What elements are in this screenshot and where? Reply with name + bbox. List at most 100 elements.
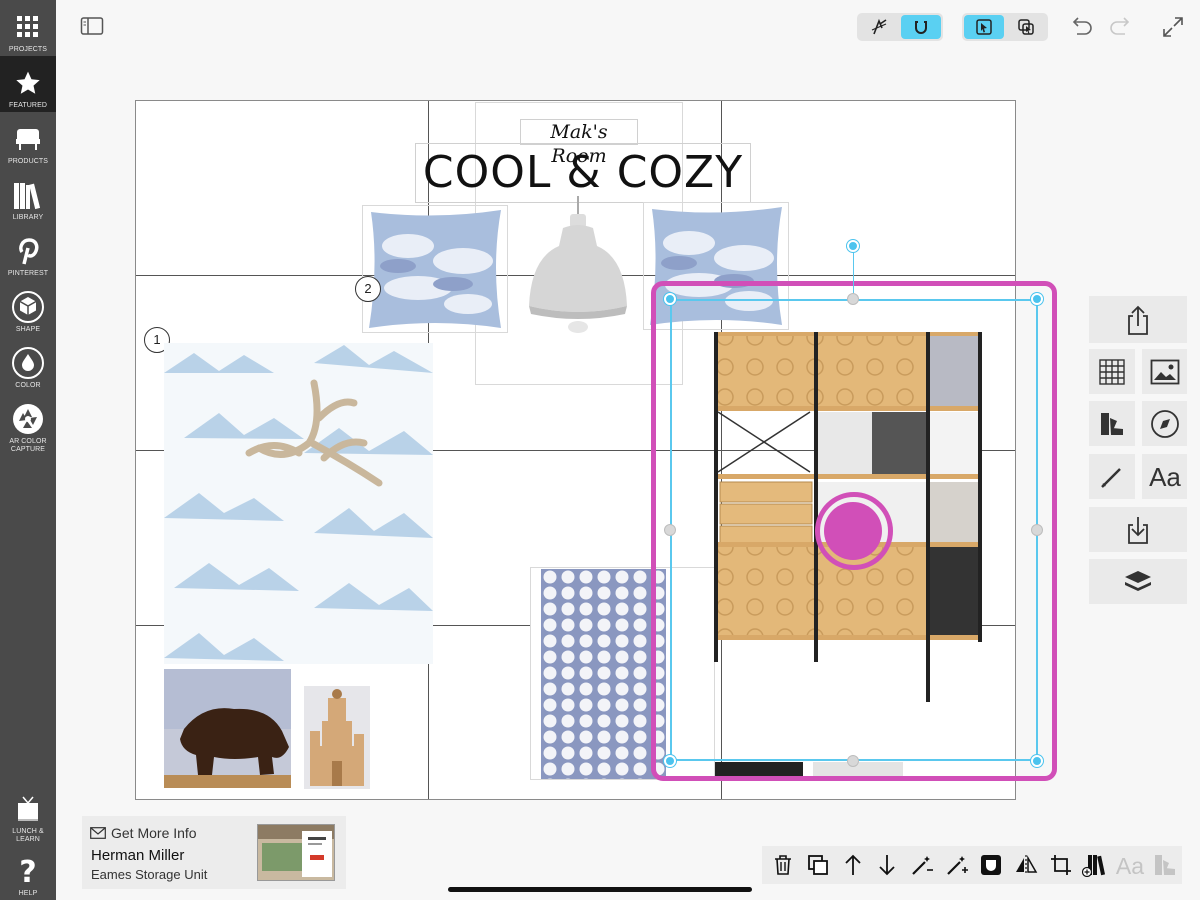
snap-toggle-group [857, 13, 943, 41]
expand-icon [1163, 17, 1183, 37]
add-to-library-button[interactable] [1078, 848, 1113, 882]
sidebar-item-label: LUNCH & LEARN [12, 828, 44, 843]
single-select-button[interactable] [964, 15, 1004, 39]
smart-guides-button[interactable] [859, 15, 899, 39]
mask-button[interactable] [974, 848, 1009, 882]
mask-icon [981, 855, 1002, 875]
download-icon [1128, 516, 1148, 544]
magic-wand-minus-icon [912, 856, 934, 875]
sidebar-item-products[interactable]: PRODUCTS [0, 112, 56, 168]
sidebar-item-library[interactable]: LIBRARY [0, 168, 56, 224]
fullscreen-button[interactable] [1160, 14, 1186, 40]
pinterest-icon [12, 235, 44, 267]
pendant-lamp[interactable] [525, 196, 631, 338]
crop-button[interactable] [1043, 848, 1078, 882]
undo-button[interactable] [1068, 14, 1094, 40]
text-style-button[interactable]: Aa [1113, 848, 1148, 882]
sidebar-item-label: COLOR [15, 382, 41, 389]
share-button[interactable] [1089, 296, 1187, 343]
bear-sculpture[interactable] [164, 669, 291, 788]
panel-toggle-button[interactable] [80, 15, 104, 37]
wooden-blocks-image [310, 689, 364, 786]
redo-button[interactable] [1108, 14, 1134, 40]
duplicate-button[interactable] [801, 848, 836, 882]
sidebar-item-featured[interactable]: FEATURED [0, 56, 56, 112]
cursor-select-icon [976, 19, 992, 35]
resize-handle-bottom-right[interactable] [1031, 755, 1043, 767]
explore-button[interactable] [1142, 401, 1187, 446]
add-text-button[interactable]: Aa [1142, 454, 1187, 499]
cube-icon [12, 291, 44, 323]
drop-icon [12, 347, 44, 379]
draw-button[interactable] [1089, 454, 1135, 499]
sidebar-item-label: HELP [18, 890, 38, 897]
magic-remove-button[interactable] [905, 848, 940, 882]
sidebar-item-color[interactable]: COLOR [0, 336, 56, 392]
magic-add-button[interactable] [939, 848, 974, 882]
guides-icon [871, 18, 887, 35]
envelope-icon [90, 827, 106, 839]
aperture-icon [12, 403, 44, 435]
send-backward-button[interactable] [870, 848, 905, 882]
resize-handle-right[interactable] [1031, 524, 1043, 536]
resize-handle-top-right[interactable] [1031, 293, 1043, 305]
bear-image [164, 669, 291, 788]
flip-button[interactable] [1009, 848, 1044, 882]
color-fill-button[interactable] [1147, 848, 1182, 882]
arrow-down-icon [879, 855, 895, 876]
resize-handle-top[interactable] [847, 293, 859, 305]
grid-toggle-button[interactable] [1089, 349, 1135, 394]
layer-number-tag[interactable]: 2 [355, 276, 381, 302]
bring-forward-button[interactable] [835, 848, 870, 882]
pendant-lamp-image [529, 196, 627, 333]
layers-button[interactable] [1089, 559, 1187, 604]
sidebar-item-pinterest[interactable]: PINTEREST [0, 224, 56, 280]
rotate-handle[interactable] [847, 240, 859, 252]
dotted-fabric-swatch[interactable] [541, 569, 666, 779]
sidebar-item-help[interactable]: ? HELP [0, 846, 56, 900]
add-image-button[interactable] [1142, 349, 1187, 394]
mountain-wallpaper[interactable] [164, 343, 433, 664]
resize-handle-left[interactable] [664, 524, 676, 536]
resize-handle-bottom-left[interactable] [664, 755, 676, 767]
pillow-left[interactable] [362, 205, 508, 333]
grid-icon [1099, 358, 1125, 385]
pencil-icon [1101, 467, 1121, 488]
magic-wand-plus-icon [946, 856, 968, 875]
ad-thumbnail-image [258, 825, 334, 880]
sidebar-item-shape[interactable]: SHAPE [0, 280, 56, 336]
undo-icon [1072, 17, 1092, 35]
get-more-info-link[interactable]: Get More Info [90, 825, 197, 841]
layers-icon [1125, 570, 1151, 591]
color-palette-button[interactable] [1089, 401, 1135, 446]
resize-handle-top-left[interactable] [664, 293, 676, 305]
import-button[interactable] [1089, 507, 1187, 552]
sidebar-item-label: LIBRARY [12, 214, 44, 221]
multi-select-icon [1018, 19, 1034, 35]
sidebar-item-label: FEATURED [8, 102, 47, 109]
resize-handle-bottom[interactable] [847, 755, 859, 767]
sidebar-item-ar-color-capture[interactable]: AR COLOR CAPTURE [0, 392, 56, 456]
svg-text:Aa: Aa [1149, 463, 1181, 491]
home-indicator[interactable] [448, 887, 752, 892]
magnet-snap-button[interactable] [901, 15, 941, 39]
delete-button[interactable] [766, 848, 801, 882]
dot-pattern-image [541, 569, 666, 779]
sidebar-item-projects[interactable]: PROJECTS [0, 0, 56, 56]
text-icon: Aa [1149, 463, 1181, 491]
swatch-disabled-icon [1154, 855, 1175, 875]
sidebar-item-lunch-learn[interactable]: LUNCH & LEARN [0, 788, 56, 846]
crop-icon [1050, 855, 1071, 875]
image-icon [1150, 359, 1179, 384]
books-icon [12, 179, 44, 211]
board-subtitle[interactable]: Mak's Room [520, 119, 638, 167]
product-ad-thumbnail[interactable] [257, 824, 335, 881]
board-title[interactable]: COOL & COZY [415, 143, 751, 203]
wooden-castle-toy[interactable] [304, 686, 370, 789]
wallpaper-image [164, 345, 433, 661]
magnet-icon [915, 21, 927, 34]
multi-select-button[interactable] [1006, 15, 1046, 39]
tv-icon [12, 793, 44, 825]
redo-icon [1110, 17, 1130, 35]
product-info-card[interactable]: Get More Info Herman Miller Eames Storag… [82, 816, 346, 889]
